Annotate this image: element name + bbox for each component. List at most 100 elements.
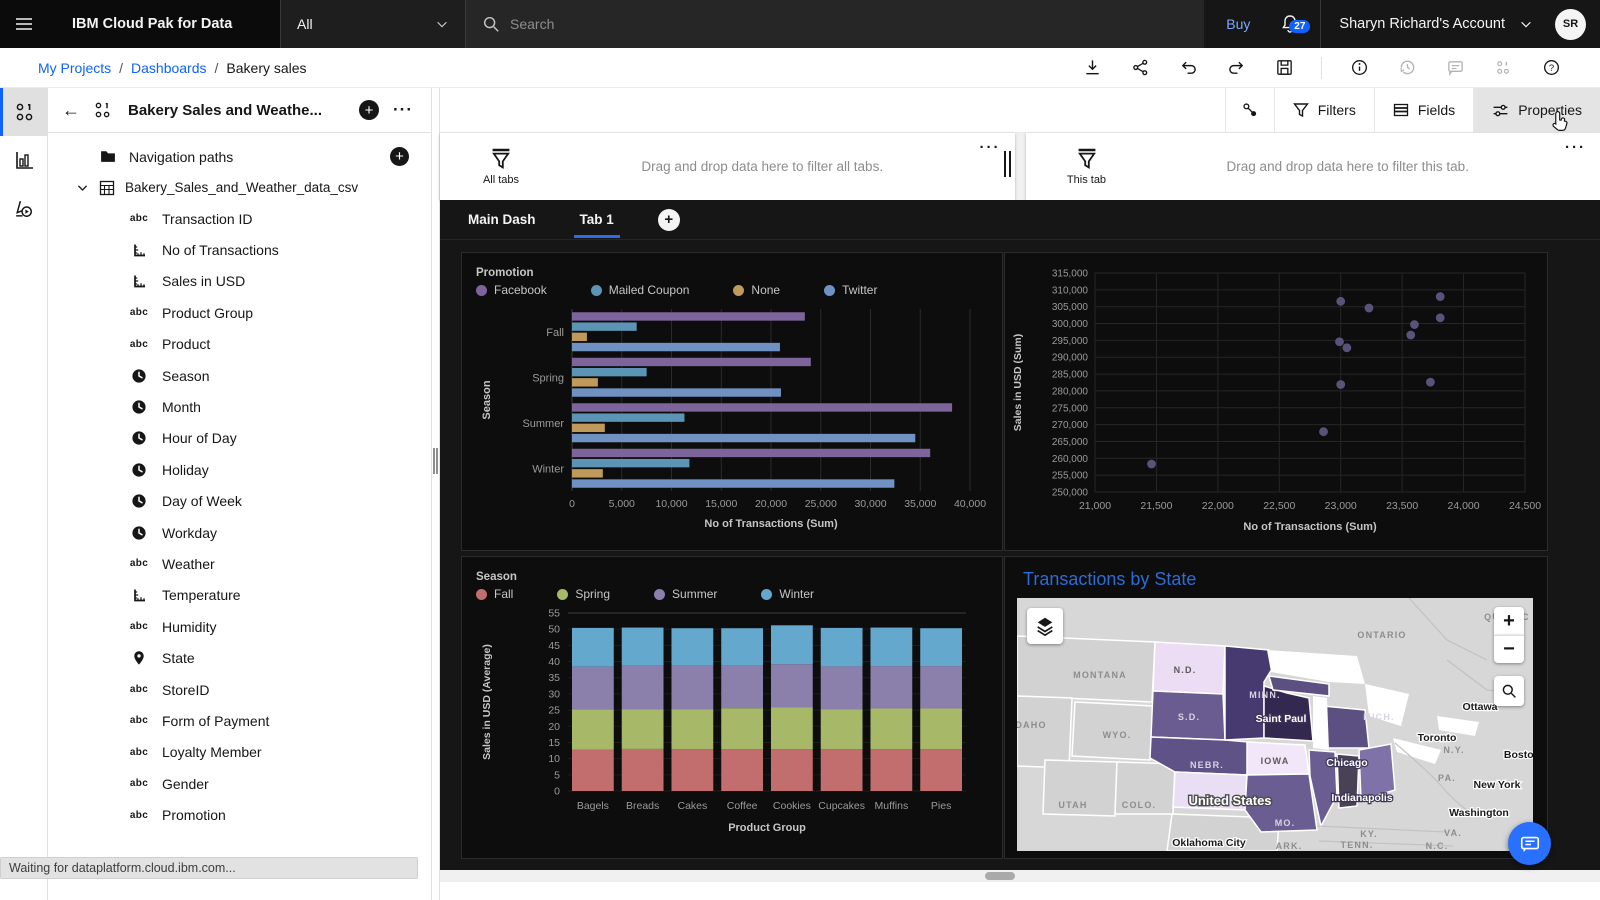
bar-segment[interactable] — [721, 749, 763, 791]
field-item[interactable]: abcStoreID — [48, 674, 431, 705]
relationships-button[interactable] — [1225, 88, 1274, 132]
chat-fab-button[interactable] — [1508, 822, 1551, 865]
avatar[interactable]: SR — [1555, 9, 1586, 40]
scatter-point[interactable] — [1406, 331, 1415, 340]
bar-segment[interactable] — [920, 749, 962, 791]
filters-button[interactable]: Filters — [1274, 88, 1374, 132]
scatter-point[interactable] — [1147, 460, 1156, 469]
bar-segment[interactable] — [721, 708, 763, 749]
bar-segment[interactable] — [821, 628, 863, 667]
bar[interactable] — [572, 449, 930, 457]
bar[interactable] — [572, 343, 780, 351]
bar-segment[interactable] — [671, 749, 713, 791]
bar[interactable] — [572, 368, 647, 376]
bar[interactable] — [572, 388, 781, 396]
widget-stacked-bar-chart[interactable]: Season FallSpringSummerWinter 0510152025… — [461, 556, 1003, 859]
help-button[interactable]: ? — [1540, 57, 1562, 79]
bar-segment[interactable] — [622, 709, 664, 749]
map-layers-button[interactable] — [1027, 608, 1063, 644]
overflow-menu-button[interactable]: ··· — [389, 100, 417, 120]
bar-segment[interactable] — [622, 666, 664, 709]
legend-item[interactable]: Spring — [557, 587, 610, 601]
scatter-point[interactable] — [1426, 378, 1435, 387]
map-search-button[interactable] — [1494, 676, 1524, 706]
save-button[interactable] — [1273, 57, 1295, 79]
scatter-point[interactable] — [1365, 304, 1374, 313]
bar-segment[interactable] — [671, 628, 713, 666]
bar[interactable] — [572, 333, 587, 341]
bar-segment[interactable] — [771, 708, 813, 750]
scope-dropdown[interactable]: All — [280, 0, 465, 48]
legend-item[interactable]: None — [733, 283, 780, 297]
legend-item[interactable]: Twitter — [824, 283, 877, 297]
tree-item-navigation-paths[interactable]: Navigation paths + — [48, 141, 431, 172]
scatter-point[interactable] — [1335, 337, 1344, 346]
widget-scatter-plot[interactable]: 250,000255,000260,000265,000270,000275,0… — [1004, 252, 1548, 551]
bar[interactable] — [572, 469, 603, 477]
bar-segment[interactable] — [671, 709, 713, 749]
filter-zone-menu-button[interactable]: ··· — [1565, 139, 1586, 156]
field-item[interactable]: Hour of Day — [48, 423, 431, 454]
bar-segment[interactable] — [920, 708, 962, 749]
rail-item-media[interactable] — [0, 184, 47, 232]
tree-item-table[interactable]: Bakery_Sales_and_Weather_data_csv — [48, 172, 431, 203]
add-navigation-path-button[interactable]: + — [390, 147, 409, 166]
scatter-point[interactable] — [1319, 427, 1328, 436]
field-item[interactable]: Day of Week — [48, 486, 431, 517]
legend-item[interactable]: Fall — [476, 587, 513, 601]
bar-segment[interactable] — [870, 628, 912, 667]
horizontal-scrollbar[interactable] — [440, 870, 1600, 882]
bar[interactable] — [572, 322, 637, 330]
bar-segment[interactable] — [572, 709, 614, 749]
field-item[interactable]: Holiday — [48, 454, 431, 485]
bar-segment[interactable] — [821, 666, 863, 709]
bar-segment[interactable] — [821, 709, 863, 749]
field-item[interactable]: Month — [48, 391, 431, 422]
bar[interactable] — [572, 479, 894, 487]
breadcrumb-dashboards[interactable]: Dashboards — [131, 60, 207, 76]
rail-item-visualizations[interactable] — [0, 136, 47, 184]
bar-segment[interactable] — [572, 667, 614, 710]
scatter-point[interactable] — [1342, 343, 1351, 352]
account-menu[interactable]: Sharyn Richard's Account — [1320, 0, 1551, 48]
bar-segment[interactable] — [771, 749, 813, 791]
bar[interactable] — [572, 403, 952, 411]
field-item[interactable]: Season — [48, 360, 431, 391]
field-item[interactable]: Workday — [48, 517, 431, 548]
bar-segment[interactable] — [572, 750, 614, 791]
bar-segment[interactable] — [721, 628, 763, 666]
rail-item-data-sources[interactable] — [0, 88, 47, 136]
bar[interactable] — [572, 459, 689, 467]
buy-link[interactable]: Buy — [1204, 16, 1272, 32]
download-button[interactable] — [1081, 57, 1103, 79]
bar[interactable] — [572, 413, 684, 421]
panel-resize-divider[interactable] — [432, 88, 440, 900]
bar-segment[interactable] — [622, 749, 664, 791]
info-button[interactable] — [1348, 57, 1370, 79]
field-item[interactable]: abcWeather — [48, 548, 431, 579]
legend-item[interactable]: Summer — [654, 587, 717, 601]
bar-segment[interactable] — [870, 749, 912, 791]
field-item[interactable]: abcHumidity — [48, 611, 431, 642]
map-region[interactable] — [1323, 706, 1369, 748]
properties-button[interactable]: Properties — [1473, 88, 1600, 132]
scatter-point[interactable] — [1436, 313, 1445, 322]
back-button[interactable]: ← — [58, 100, 84, 121]
undo-button[interactable] — [1177, 57, 1199, 79]
filter-zone-this-tab[interactable]: This tab Drag and drop data here to filt… — [1026, 133, 1600, 200]
field-item[interactable]: abcProduct Group — [48, 297, 431, 328]
share-button[interactable] — [1129, 57, 1151, 79]
bar[interactable] — [572, 358, 811, 366]
field-item[interactable]: No of Transactions — [48, 234, 431, 265]
map-zoom-in-button[interactable]: + — [1494, 607, 1524, 635]
filter-zone-all-tabs[interactable]: All tabs Drag and drop data here to filt… — [440, 133, 1015, 200]
bar-segment[interactable] — [771, 664, 813, 707]
legend-item[interactable]: Facebook — [476, 283, 547, 297]
field-item[interactable]: Sales in USD — [48, 266, 431, 297]
field-item[interactable]: abcProduct — [48, 329, 431, 360]
legend-item[interactable]: Mailed Coupon — [591, 283, 690, 297]
redo-button[interactable] — [1225, 57, 1247, 79]
field-item[interactable]: State — [48, 642, 431, 673]
scatter-point[interactable] — [1436, 292, 1445, 301]
scatter-point[interactable] — [1336, 380, 1345, 389]
